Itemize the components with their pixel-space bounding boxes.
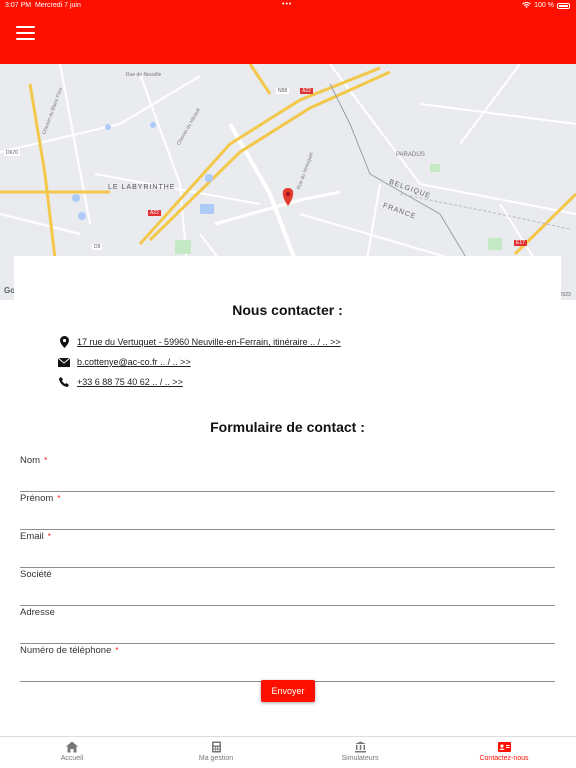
address-link[interactable]: 17 rue du Vertuquet - 59960 Neuville-en-…	[77, 337, 341, 347]
envelope-icon	[58, 356, 70, 368]
adresse-label: Adresse	[20, 607, 55, 618]
status-time: 3:07 PM Mercredi 7 juin	[5, 2, 81, 9]
location-pin-icon	[58, 336, 70, 348]
nom-input[interactable]	[20, 470, 555, 488]
road-shield: D670	[4, 150, 20, 156]
email-field: Email *	[20, 530, 555, 568]
phone-row: +33 6 88 75 40 62 .. / .. >>	[58, 376, 183, 388]
app-header	[0, 12, 576, 64]
wifi-icon	[522, 2, 532, 9]
tab-label: Ma gestion	[198, 755, 234, 762]
tab-label: Accueil	[60, 755, 84, 762]
phone-link[interactable]: +33 6 88 75 40 62 .. / .. >>	[77, 377, 183, 387]
prenom-input[interactable]	[20, 508, 555, 526]
telephone-label: Numéro de téléphone *	[20, 645, 119, 656]
tab-accueil[interactable]: Accueil	[0, 741, 144, 762]
map-place-label: PARADIJS	[396, 152, 425, 158]
bank-icon	[354, 741, 366, 753]
calculator-icon	[211, 741, 221, 753]
societe-field: Société	[20, 568, 555, 606]
societe-input[interactable]	[20, 584, 555, 602]
contact-title: Nous contacter :	[232, 302, 343, 318]
tab-simulateurs[interactable]: Simulateurs	[288, 741, 432, 762]
tab-label: Simulateurs	[341, 755, 379, 762]
hamburger-icon[interactable]	[16, 26, 36, 42]
tab-ma-gestion[interactable]: Ma gestion	[144, 741, 288, 762]
home-icon	[66, 741, 78, 753]
status-bar: 3:07 PM Mercredi 7 juin ••• 100 %	[0, 0, 576, 12]
address-row: 17 rue du Vertuquet - 59960 Neuville-en-…	[58, 336, 341, 348]
telephone-input[interactable]	[20, 660, 555, 678]
map-place-label: LE LABYRINTHE	[108, 184, 176, 191]
contact-card: Nous contacter : 17 rue du Vertuquet - 5…	[14, 256, 561, 734]
battery-percent: 100 %	[534, 2, 554, 9]
road-shield: E17	[514, 240, 527, 246]
contact-card-icon	[497, 742, 511, 752]
adresse-input[interactable]	[20, 622, 555, 640]
map-street-label: Rue de Neuville	[126, 72, 162, 78]
societe-label: Société	[20, 569, 52, 580]
status-right: 100 %	[522, 2, 570, 9]
road-shield: D9	[92, 244, 103, 250]
form-title: Formulaire de contact :	[210, 419, 365, 435]
email-link[interactable]: b.cottenye@ac-co.fr .. / .. >>	[77, 357, 191, 367]
prenom-label: Prénom *	[20, 493, 61, 504]
multitask-dots[interactable]: •••	[282, 1, 292, 8]
nom-field: Nom *	[20, 454, 555, 492]
road-shield: A22	[148, 210, 161, 216]
road-shield: A22	[300, 88, 313, 94]
adresse-field: Adresse	[20, 606, 555, 644]
nom-label: Nom *	[20, 455, 48, 466]
road-shield: N58	[276, 88, 290, 94]
email-label: Email *	[20, 531, 51, 542]
tab-contactez-nous[interactable]: Contactez-nous	[432, 741, 576, 762]
battery-icon	[557, 2, 570, 9]
email-input[interactable]	[20, 546, 555, 564]
bottom-tab-bar: Accueil Ma gestion Simulateurs Contactez…	[0, 736, 576, 768]
phone-icon	[58, 376, 70, 388]
submit-button[interactable]: Envoyer	[261, 680, 315, 702]
email-row: b.cottenye@ac-co.fr .. / .. >>	[58, 356, 191, 368]
telephone-field: Numéro de téléphone *	[20, 644, 555, 682]
prenom-field: Prénom *	[20, 492, 555, 530]
tab-label: Contactez-nous	[479, 755, 529, 762]
